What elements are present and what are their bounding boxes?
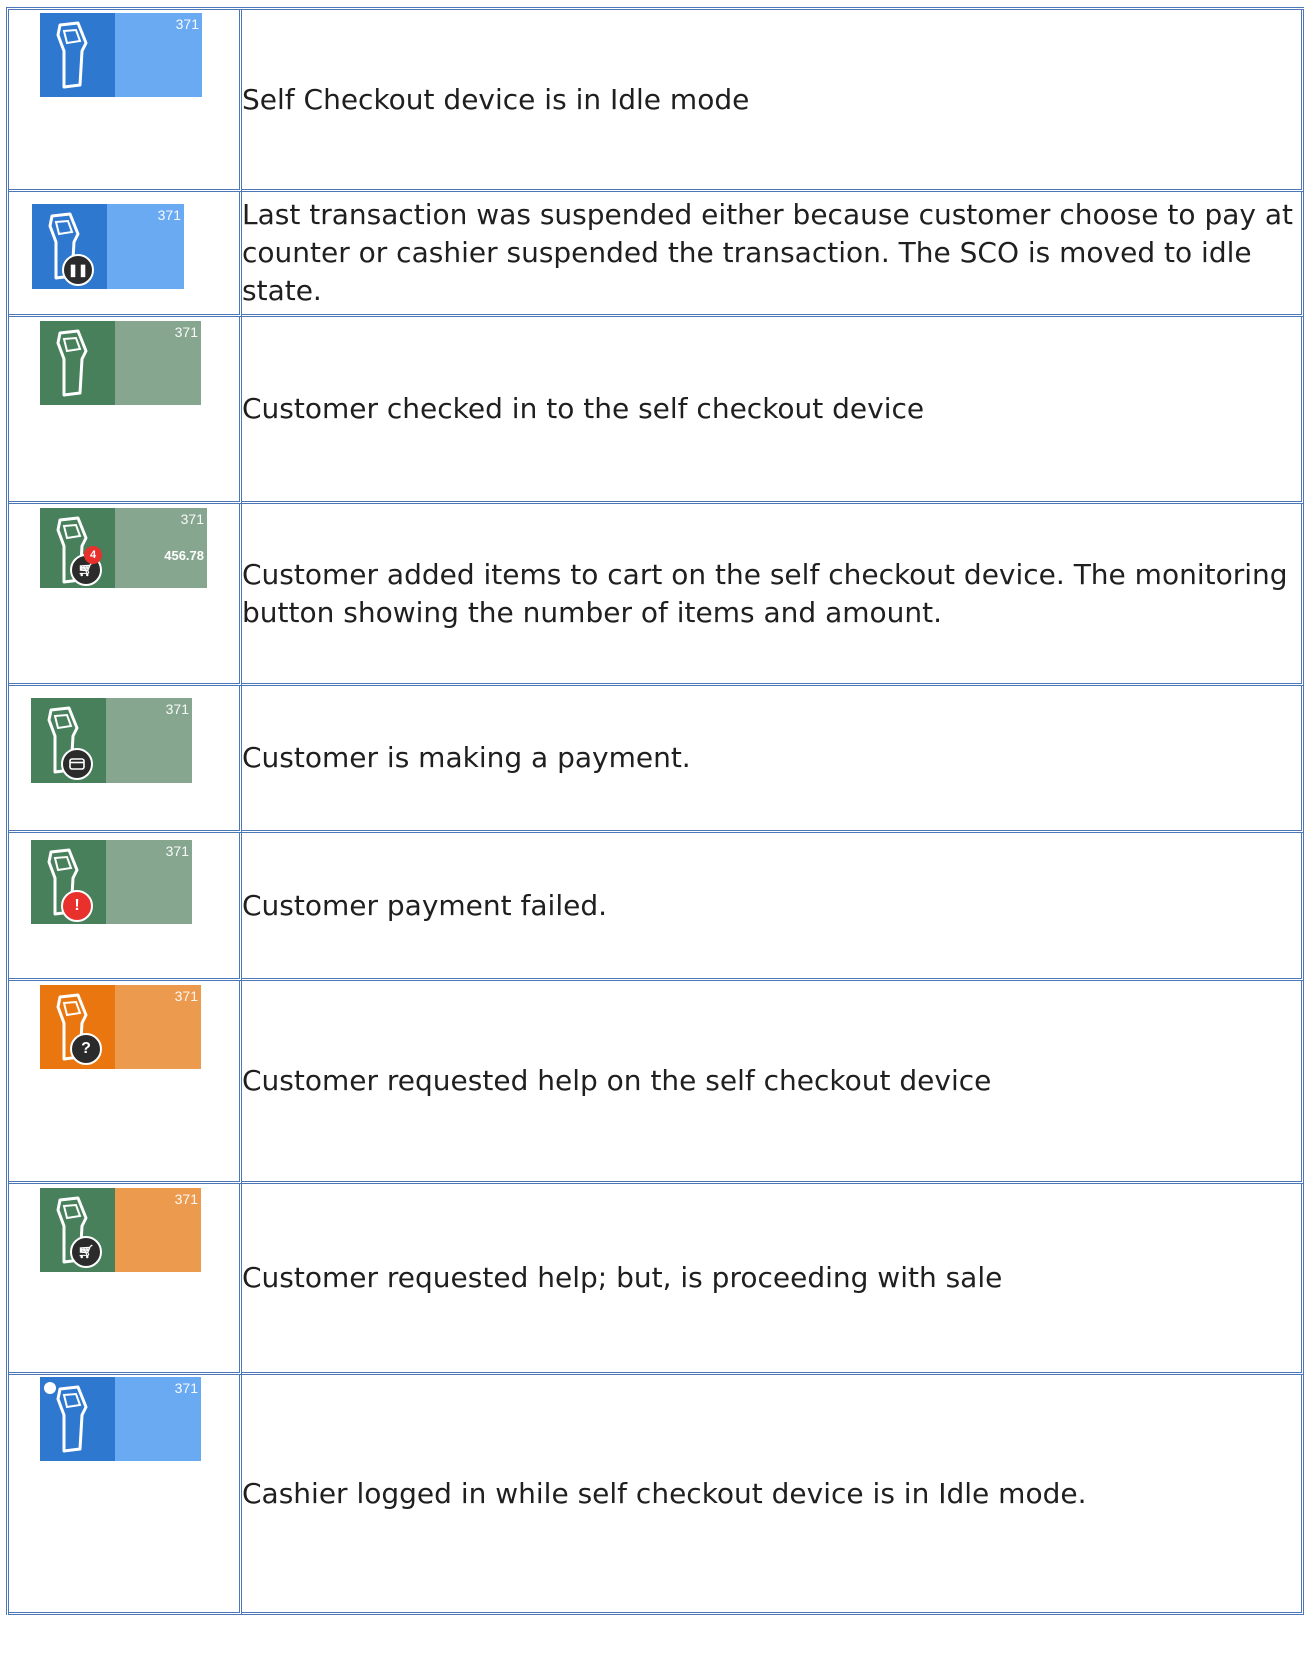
table-row: 371 Customer is making a payment. <box>9 686 1304 833</box>
device-number: 371 <box>165 701 189 717</box>
table-row: 🛒︎ 4 371 456.78 Customer added items to … <box>9 504 1304 686</box>
status-tile-cell: ! 371 <box>9 833 242 981</box>
status-tile-cell: 371 <box>9 686 242 833</box>
status-tile-cell: ? 371 <box>9 981 242 1184</box>
table-row: 371 Self Checkout device is in Idle mode <box>9 10 1304 192</box>
status-tile-cell: ❚❚ 371 <box>9 192 242 317</box>
status-description: Self Checkout device is in Idle mode <box>242 10 1304 192</box>
status-description: Customer checked in to the self checkout… <box>242 317 1304 504</box>
kiosk-icon <box>56 329 88 397</box>
status-description: Customer added items to cart on the self… <box>242 504 1304 686</box>
device-number: 371 <box>174 988 198 1004</box>
status-description: Last transaction was suspended either be… <box>242 192 1304 317</box>
item-count: 4 <box>89 549 97 561</box>
kiosk-icon <box>56 1385 88 1453</box>
alert-icon: ! <box>61 890 93 922</box>
cart-amount: 456.78 <box>164 548 204 563</box>
sco-tile-help-requested[interactable]: ? 371 <box>40 985 201 1069</box>
table-row: ? 371 Customer requested help on the sel… <box>9 981 1304 1184</box>
sco-tile-idle[interactable]: 371 <box>40 13 202 97</box>
sco-tile-payment[interactable]: 371 <box>31 698 192 783</box>
status-tile-cell: 371 <box>9 317 242 504</box>
status-description: Customer requested help on the self chec… <box>242 981 1304 1184</box>
device-number: 371 <box>174 324 198 340</box>
table-row: 371 Customer checked in to the self chec… <box>9 317 1304 504</box>
status-legend-table: 371 Self Checkout device is in Idle mode… <box>6 7 1304 1615</box>
sco-tile-checked-in[interactable]: 371 <box>40 321 201 405</box>
sco-tile-payment-failed[interactable]: ! 371 <box>31 840 192 924</box>
help-icon: ? <box>70 1033 102 1065</box>
status-description: Customer requested help; but, is proceed… <box>242 1184 1304 1375</box>
sco-tile-items-in-cart[interactable]: 🛒︎ 4 371 456.78 <box>40 508 207 588</box>
sco-tile-help-proceeding[interactable]: 🛒︎ 371 <box>40 1188 201 1272</box>
status-description: Cashier logged in while self checkout de… <box>242 1375 1304 1615</box>
device-number: 371 <box>165 843 189 859</box>
kiosk-icon <box>56 21 88 89</box>
status-tile-cell: 371 <box>9 10 242 192</box>
device-number: 371 <box>174 1380 198 1396</box>
status-description: Customer payment failed. <box>242 833 1304 981</box>
sco-tile-suspended[interactable]: ❚❚ 371 <box>32 204 184 289</box>
pause-icon: ❚❚ <box>62 254 94 286</box>
table-row: ! 371 Customer payment failed. <box>9 833 1304 981</box>
item-count-badge: 4 <box>84 546 102 564</box>
table-row: 371 Cashier logged in while self checkou… <box>9 1375 1304 1615</box>
sco-tile-cashier-logged-in[interactable]: 371 <box>40 1377 201 1461</box>
status-description: Customer is making a payment. <box>242 686 1304 833</box>
device-number: 371 <box>174 1191 198 1207</box>
device-number: 371 <box>175 16 199 32</box>
device-number: 371 <box>180 511 204 527</box>
status-tile-cell: 🛒︎ 371 <box>9 1184 242 1375</box>
cart-icon: 🛒︎ <box>70 1236 102 1268</box>
status-tile-cell: 371 <box>9 1375 242 1615</box>
status-tile-cell: 🛒︎ 4 371 456.78 <box>9 504 242 686</box>
card-icon <box>61 748 93 780</box>
table-row: 🛒︎ 371 Customer requested help; but, is … <box>9 1184 1304 1375</box>
table-row: ❚❚ 371 Last transaction was suspended ei… <box>9 192 1304 317</box>
device-number: 371 <box>157 207 181 223</box>
